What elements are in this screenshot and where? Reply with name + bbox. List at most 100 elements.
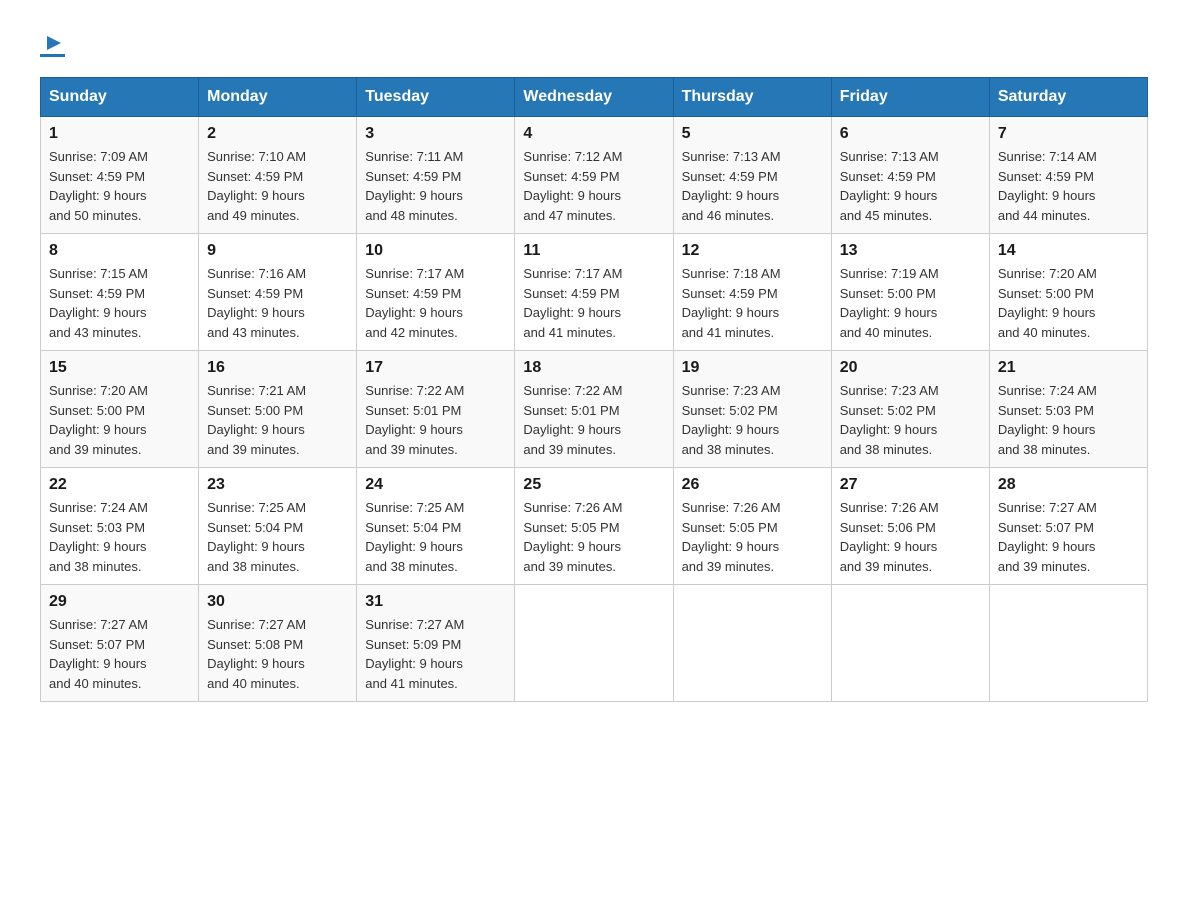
- day-number: 7: [998, 125, 1139, 143]
- day-cell: 30 Sunrise: 7:27 AMSunset: 5:08 PMDayligh…: [199, 585, 357, 702]
- day-info: Sunrise: 7:23 AMSunset: 5:02 PMDaylight:…: [682, 381, 823, 459]
- weekday-header-friday: Friday: [831, 78, 989, 117]
- day-number: 9: [207, 242, 348, 260]
- weekday-header-tuesday: Tuesday: [357, 78, 515, 117]
- week-row-1: 1 Sunrise: 7:09 AMSunset: 4:59 PMDaylight…: [41, 117, 1148, 234]
- day-cell: [673, 585, 831, 702]
- day-info: Sunrise: 7:27 AMSunset: 5:08 PMDaylight:…: [207, 615, 348, 693]
- day-number: 3: [365, 125, 506, 143]
- day-number: 31: [365, 593, 506, 611]
- weekday-header-wednesday: Wednesday: [515, 78, 673, 117]
- day-number: 10: [365, 242, 506, 260]
- day-cell: 28 Sunrise: 7:27 AMSunset: 5:07 PMDayligh…: [989, 468, 1147, 585]
- day-cell: 18 Sunrise: 7:22 AMSunset: 5:01 PMDayligh…: [515, 351, 673, 468]
- day-info: Sunrise: 7:22 AMSunset: 5:01 PMDaylight:…: [365, 381, 506, 459]
- day-info: Sunrise: 7:15 AMSunset: 4:59 PMDaylight:…: [49, 264, 190, 342]
- day-cell: [831, 585, 989, 702]
- day-cell: 26 Sunrise: 7:26 AMSunset: 5:05 PMDayligh…: [673, 468, 831, 585]
- day-cell: 17 Sunrise: 7:22 AMSunset: 5:01 PMDayligh…: [357, 351, 515, 468]
- day-cell: 7 Sunrise: 7:14 AMSunset: 4:59 PMDaylight…: [989, 117, 1147, 234]
- day-cell: 12Sunrise: 7:18 AMSunset: 4:59 PMDayligh…: [673, 234, 831, 351]
- day-cell: [515, 585, 673, 702]
- day-number: 15: [49, 359, 190, 377]
- weekday-header-row: SundayMondayTuesdayWednesdayThursdayFrid…: [41, 78, 1148, 117]
- day-number: 11: [523, 242, 664, 260]
- day-number: 4: [523, 125, 664, 143]
- day-number: 21: [998, 359, 1139, 377]
- weekday-header-saturday: Saturday: [989, 78, 1147, 117]
- logo: [40, 30, 65, 57]
- day-cell: 16Sunrise: 7:21 AMSunset: 5:00 PMDayligh…: [199, 351, 357, 468]
- weekday-header-sunday: Sunday: [41, 78, 199, 117]
- day-info: Sunrise: 7:27 AMSunset: 5:07 PMDaylight:…: [49, 615, 190, 693]
- day-cell: 8 Sunrise: 7:15 AMSunset: 4:59 PMDaylight…: [41, 234, 199, 351]
- day-info: Sunrise: 7:12 AMSunset: 4:59 PMDaylight:…: [523, 147, 664, 225]
- day-number: 12: [682, 242, 823, 260]
- week-row-5: 29 Sunrise: 7:27 AMSunset: 5:07 PMDayligh…: [41, 585, 1148, 702]
- day-cell: 4 Sunrise: 7:12 AMSunset: 4:59 PMDaylight…: [515, 117, 673, 234]
- day-cell: 25 Sunrise: 7:26 AMSunset: 5:05 PMDayligh…: [515, 468, 673, 585]
- weekday-header-monday: Monday: [199, 78, 357, 117]
- day-number: 8: [49, 242, 190, 260]
- day-number: 19: [682, 359, 823, 377]
- day-info: Sunrise: 7:27 AMSunset: 5:07 PMDaylight:…: [998, 498, 1139, 576]
- day-number: 23: [207, 476, 348, 494]
- weekday-header-thursday: Thursday: [673, 78, 831, 117]
- week-row-4: 22Sunrise: 7:24 AMSunset: 5:03 PMDayligh…: [41, 468, 1148, 585]
- day-info: Sunrise: 7:25 AMSunset: 5:04 PMDaylight:…: [365, 498, 506, 576]
- day-info: Sunrise: 7:26 AMSunset: 5:05 PMDaylight:…: [523, 498, 664, 576]
- day-number: 26: [682, 476, 823, 494]
- day-cell: 21 Sunrise: 7:24 AMSunset: 5:03 PMDayligh…: [989, 351, 1147, 468]
- day-number: 17: [365, 359, 506, 377]
- day-cell: 27Sunrise: 7:26 AMSunset: 5:06 PMDayligh…: [831, 468, 989, 585]
- day-cell: 31Sunrise: 7:27 AMSunset: 5:09 PMDayligh…: [357, 585, 515, 702]
- day-cell: 9Sunrise: 7:16 AMSunset: 4:59 PMDaylight…: [199, 234, 357, 351]
- day-cell: 19 Sunrise: 7:23 AMSunset: 5:02 PMDayligh…: [673, 351, 831, 468]
- day-number: 5: [682, 125, 823, 143]
- day-info: Sunrise: 7:25 AMSunset: 5:04 PMDaylight:…: [207, 498, 348, 576]
- day-number: 29: [49, 593, 190, 611]
- day-info: Sunrise: 7:23 AMSunset: 5:02 PMDaylight:…: [840, 381, 981, 459]
- day-info: Sunrise: 7:09 AMSunset: 4:59 PMDaylight:…: [49, 147, 190, 225]
- day-info: Sunrise: 7:11 AMSunset: 4:59 PMDaylight:…: [365, 147, 506, 225]
- day-cell: [989, 585, 1147, 702]
- day-info: Sunrise: 7:20 AMSunset: 5:00 PMDaylight:…: [998, 264, 1139, 342]
- logo-arrow-icon: [43, 32, 65, 54]
- day-number: 16: [207, 359, 348, 377]
- day-number: 6: [840, 125, 981, 143]
- day-info: Sunrise: 7:22 AMSunset: 5:01 PMDaylight:…: [523, 381, 664, 459]
- day-number: 1: [49, 125, 190, 143]
- calendar-table: SundayMondayTuesdayWednesdayThursdayFrid…: [40, 77, 1148, 702]
- day-cell: 2 Sunrise: 7:10 AMSunset: 4:59 PMDaylight…: [199, 117, 357, 234]
- day-cell: 5 Sunrise: 7:13 AMSunset: 4:59 PMDaylight…: [673, 117, 831, 234]
- day-info: Sunrise: 7:17 AMSunset: 4:59 PMDaylight:…: [523, 264, 664, 342]
- day-cell: 15 Sunrise: 7:20 AMSunset: 5:00 PMDayligh…: [41, 351, 199, 468]
- day-info: Sunrise: 7:20 AMSunset: 5:00 PMDaylight:…: [49, 381, 190, 459]
- day-cell: 3 Sunrise: 7:11 AMSunset: 4:59 PMDaylight…: [357, 117, 515, 234]
- day-info: Sunrise: 7:26 AMSunset: 5:06 PMDaylight:…: [840, 498, 981, 576]
- day-info: Sunrise: 7:13 AMSunset: 4:59 PMDaylight:…: [682, 147, 823, 225]
- day-number: 22: [49, 476, 190, 494]
- day-cell: 22Sunrise: 7:24 AMSunset: 5:03 PMDayligh…: [41, 468, 199, 585]
- day-info: Sunrise: 7:19 AMSunset: 5:00 PMDaylight:…: [840, 264, 981, 342]
- day-cell: 23 Sunrise: 7:25 AMSunset: 5:04 PMDayligh…: [199, 468, 357, 585]
- day-number: 24: [365, 476, 506, 494]
- day-cell: 6 Sunrise: 7:13 AMSunset: 4:59 PMDaylight…: [831, 117, 989, 234]
- day-number: 2: [207, 125, 348, 143]
- day-number: 20: [840, 359, 981, 377]
- day-cell: 13 Sunrise: 7:19 AMSunset: 5:00 PMDayligh…: [831, 234, 989, 351]
- day-cell: 10 Sunrise: 7:17 AMSunset: 4:59 PMDayligh…: [357, 234, 515, 351]
- day-number: 30: [207, 593, 348, 611]
- day-number: 18: [523, 359, 664, 377]
- day-number: 25: [523, 476, 664, 494]
- day-info: Sunrise: 7:24 AMSunset: 5:03 PMDaylight:…: [998, 381, 1139, 459]
- page-header: [40, 30, 1148, 57]
- day-info: Sunrise: 7:26 AMSunset: 5:05 PMDaylight:…: [682, 498, 823, 576]
- day-info: Sunrise: 7:10 AMSunset: 4:59 PMDaylight:…: [207, 147, 348, 225]
- day-number: 28: [998, 476, 1139, 494]
- day-info: Sunrise: 7:14 AMSunset: 4:59 PMDaylight:…: [998, 147, 1139, 225]
- day-info: Sunrise: 7:13 AMSunset: 4:59 PMDaylight:…: [840, 147, 981, 225]
- day-cell: 14Sunrise: 7:20 AMSunset: 5:00 PMDayligh…: [989, 234, 1147, 351]
- day-number: 13: [840, 242, 981, 260]
- day-info: Sunrise: 7:17 AMSunset: 4:59 PMDaylight:…: [365, 264, 506, 342]
